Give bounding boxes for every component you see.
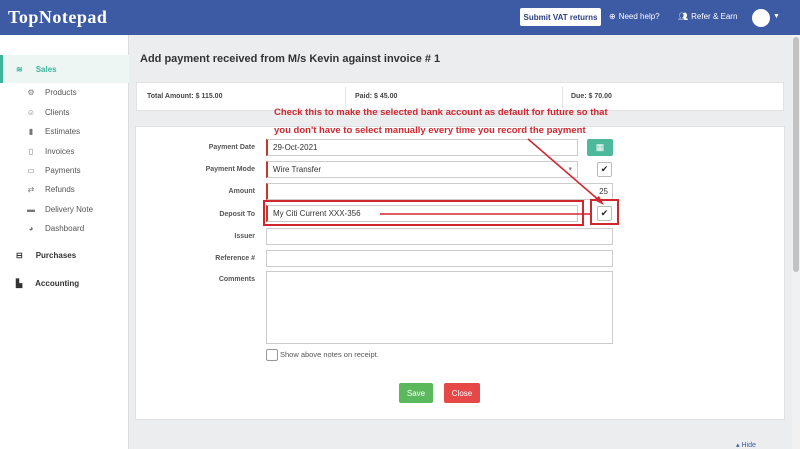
- show-notes-label: Show above notes on receipt.: [280, 350, 379, 359]
- reference-label: Reference #: [215, 255, 255, 262]
- sidebar-item-refunds[interactable]: ⇄ Refunds: [25, 185, 75, 194]
- user-icon: ☺: [26, 108, 36, 117]
- sidebar-item-products[interactable]: ⚙ Products: [25, 88, 76, 97]
- sidebar-item-invoices[interactable]: ▯ Invoices: [25, 147, 75, 156]
- chevron-down-icon[interactable]: ▼: [773, 13, 780, 20]
- page-header: Add payment received from M/s Kevin agai…: [135, 45, 785, 73]
- submit-vat-button[interactable]: Submit VAT returns: [520, 8, 601, 26]
- minus-square-icon: ⊟: [16, 250, 23, 260]
- amount-input[interactable]: 25: [266, 183, 613, 200]
- credit-card-icon: ▭: [27, 166, 35, 175]
- sidebar-item-clients[interactable]: ☺ Clients: [25, 108, 70, 117]
- chevron-up-icon: ▴: [736, 442, 740, 449]
- comments-textarea[interactable]: [266, 271, 613, 344]
- file-icon: ▮: [28, 127, 34, 136]
- comments-label: Comments: [218, 276, 255, 283]
- payment-mode-select[interactable]: Wire Transfer ▾: [266, 161, 578, 178]
- sidebar-item-purchases[interactable]: ⊟ Purchases: [0, 241, 129, 269]
- default-payment-mode-checkbox[interactable]: ✔: [597, 162, 612, 177]
- scrollbar-thumb[interactable]: [793, 37, 799, 272]
- sidebar-item-estimates[interactable]: ▮ Estimates: [25, 127, 80, 136]
- avatar[interactable]: [752, 9, 770, 27]
- deposit-to-label: Deposit To: [219, 211, 255, 218]
- chevron-down-icon: ▾: [568, 166, 572, 173]
- sidebar-item-payments[interactable]: ▭ Payments: [25, 166, 80, 175]
- payment-date-input[interactable]: 29-Oct-2021: [266, 139, 578, 156]
- issuer-input[interactable]: [266, 228, 613, 245]
- dashboard-icon: ◕: [28, 224, 34, 233]
- payment-mode-value: Wire Transfer: [273, 165, 322, 174]
- show-notes-checkbox[interactable]: [266, 349, 278, 361]
- sidebar-item-accounting[interactable]: ▙ Accounting: [0, 269, 129, 297]
- cubes-icon: ⚙: [27, 88, 35, 97]
- due-amount: Due: $ 70.00: [571, 93, 612, 100]
- save-button[interactable]: Save: [399, 383, 433, 403]
- sidebar: ≋ Sales ⚙ Products ☺ Clients ▮ Estimates…: [0, 35, 129, 449]
- payment-date-label: Payment Date: [208, 144, 255, 151]
- sidebar-item-sales[interactable]: ≋ Sales: [0, 55, 129, 83]
- top-navbar: TopNotepad Submit VAT returns ⊕ Need hel…: [0, 0, 800, 35]
- bar-chart-icon: ▙: [16, 278, 23, 288]
- close-button[interactable]: Close: [444, 383, 480, 403]
- file-outline-icon: ▯: [28, 147, 34, 156]
- annotation-line-1: Check this to make the selected bank acc…: [274, 107, 608, 118]
- issuer-label: Issuer: [234, 233, 255, 240]
- hide-link[interactable]: ▴ Hide: [736, 441, 756, 449]
- refer-earn-link[interactable]: 👥︎ Refer & Earn: [678, 12, 737, 21]
- page-title: Add payment received from M/s Kevin agai…: [140, 53, 441, 65]
- exchange-icon: ⇄: [27, 185, 35, 194]
- sidebar-item-delivery-note[interactable]: ▬ Delivery Note: [25, 205, 93, 214]
- app-logo[interactable]: TopNotepad: [8, 7, 107, 28]
- amount-label: Amount: [228, 188, 255, 195]
- highlight-checkbox-box: [590, 199, 619, 225]
- scrollbar[interactable]: [792, 35, 800, 449]
- total-amount: Total Amount: $ 115.00: [147, 93, 223, 100]
- payment-mode-label: Payment Mode: [205, 166, 255, 173]
- annotation-line-2: you don't have to select manually every …: [274, 125, 586, 136]
- users-icon: 👥︎: [678, 12, 689, 21]
- truck-icon: ▬: [27, 205, 35, 214]
- highlight-deposit-box: [263, 200, 584, 226]
- reference-input[interactable]: [266, 250, 613, 267]
- layers-icon: ≋: [16, 64, 23, 74]
- sidebar-item-dashboard[interactable]: ◕ Dashboard: [25, 224, 85, 233]
- need-help-link[interactable]: ⊕ Need help?: [609, 12, 660, 21]
- paid-amount: Paid: $ 45.00: [355, 93, 398, 100]
- calendar-icon[interactable]: ▦: [587, 139, 613, 156]
- globe-icon: ⊕: [609, 12, 616, 21]
